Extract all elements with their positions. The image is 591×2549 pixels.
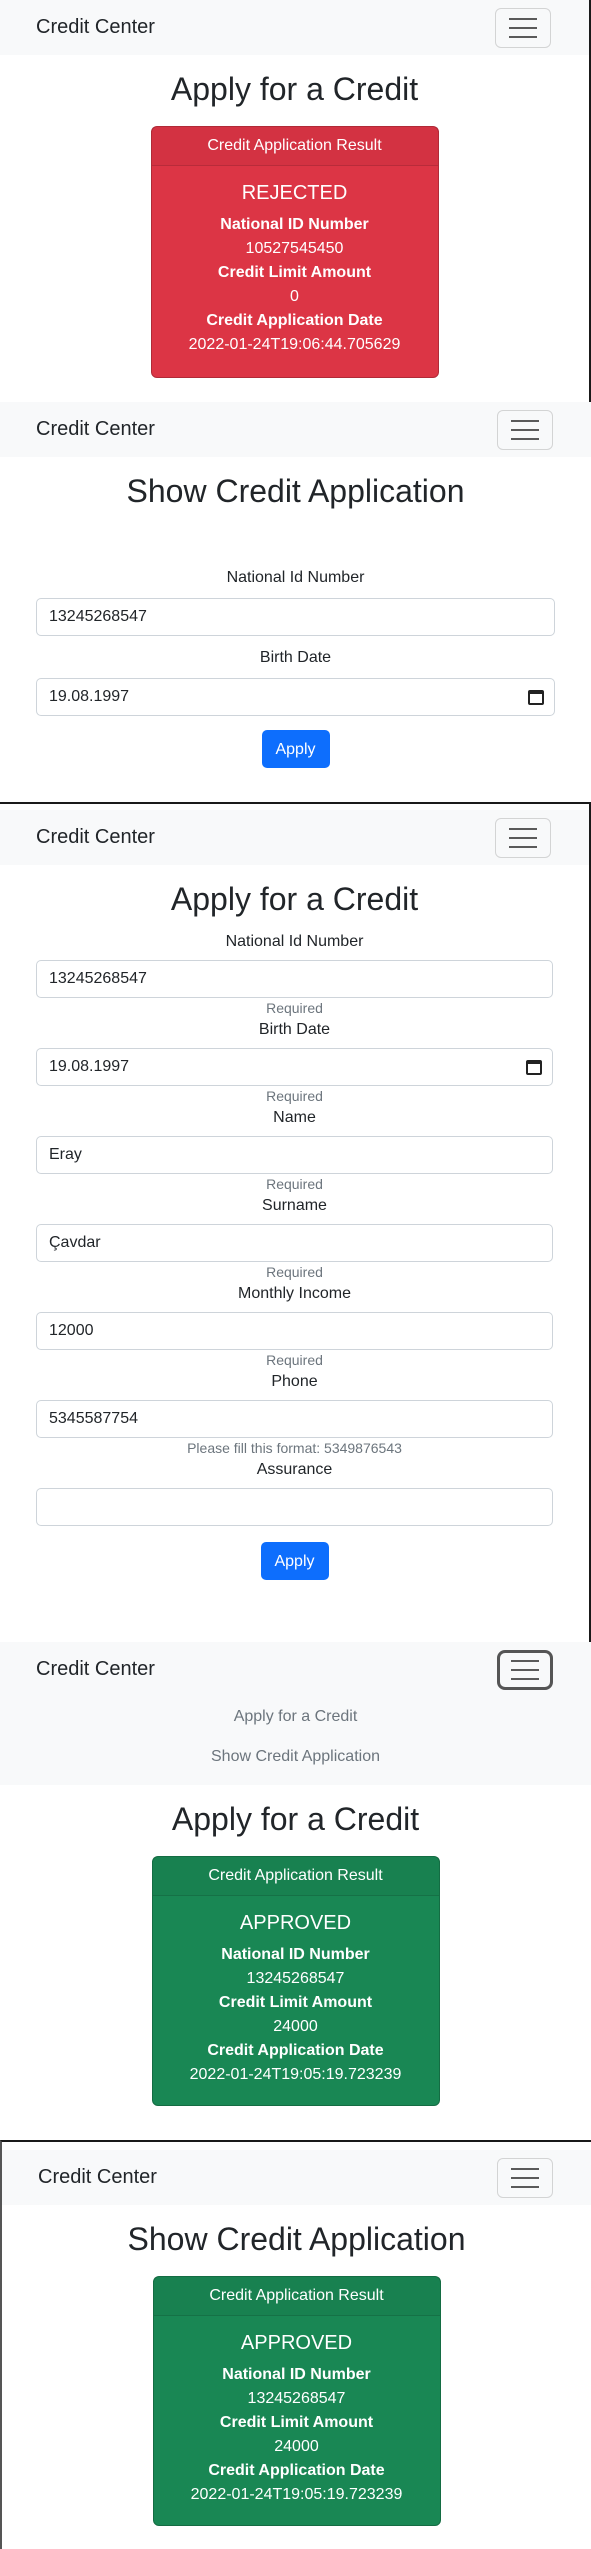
result-card: Credit Application Result REJECTED Natio… bbox=[150, 126, 439, 378]
menu-link-apply[interactable]: Apply for a Credit bbox=[0, 1697, 591, 1737]
result-card: Credit Application Result APPROVED Natio… bbox=[152, 2276, 441, 2526]
national-id-input[interactable]: 13245268547 bbox=[36, 598, 555, 636]
apply-button[interactable]: Apply bbox=[260, 1542, 329, 1580]
panel-apply-approved: Credit Center Apply for a Credit Show Cr… bbox=[0, 1642, 591, 2140]
credit-limit-label: Credit Limit Amount bbox=[218, 1994, 373, 2011]
card-header: Credit Application Result bbox=[152, 1857, 439, 1896]
apply-button[interactable]: Apply bbox=[261, 730, 330, 768]
surname-input[interactable]: Çavdar bbox=[36, 1224, 553, 1262]
navbar: Credit Center bbox=[2, 2150, 591, 2205]
monthly-income-input[interactable]: 12000 bbox=[36, 1312, 553, 1350]
national-id-value: 13245268547 bbox=[247, 2390, 346, 2407]
menu-link-show[interactable]: Show Credit Application bbox=[0, 1737, 591, 1777]
surname-hint: Required bbox=[266, 1264, 323, 1280]
name-hint: Required bbox=[266, 1176, 323, 1192]
hamburger-menu-icon bbox=[509, 18, 537, 20]
birth-date-label: Birth Date bbox=[259, 649, 332, 666]
birth-date-input[interactable]: 19.08.1997 bbox=[36, 678, 555, 716]
credit-limit-value: 24000 bbox=[273, 2018, 318, 2035]
panel-apply-form: Credit Center Apply for a Credit Nationa… bbox=[0, 802, 591, 1642]
application-date-label: Credit Application Date bbox=[208, 2462, 385, 2479]
navbar: Credit Center bbox=[0, 810, 589, 865]
assurance-input[interactable] bbox=[36, 1488, 553, 1526]
application-date-value: 2022-01-24T19:05:19.723239 bbox=[189, 2066, 402, 2083]
page-title: Show Credit Application bbox=[126, 473, 465, 509]
page-title: Apply for a Credit bbox=[171, 1801, 420, 1837]
navbar-toggler[interactable] bbox=[497, 410, 553, 450]
calendar-icon[interactable] bbox=[526, 1060, 542, 1075]
national-id-label: National ID Number bbox=[220, 216, 369, 233]
navbar: Credit Center bbox=[0, 402, 591, 457]
name-input[interactable]: Eray bbox=[36, 1136, 553, 1174]
birth-date-label: Birth Date bbox=[258, 1021, 331, 1038]
hamburger-menu-icon bbox=[511, 1660, 539, 1662]
application-date-value: 2022-01-24T19:05:19.723239 bbox=[190, 2486, 403, 2503]
navbar-brand[interactable]: Credit Center bbox=[36, 1658, 155, 1681]
calendar-icon[interactable] bbox=[528, 690, 544, 705]
page-title: Apply for a Credit bbox=[170, 71, 419, 107]
assurance-label: Assurance bbox=[256, 1461, 333, 1478]
national-id-label: National ID Number bbox=[221, 1946, 370, 1963]
page-title: Apply for a Credit bbox=[170, 881, 419, 917]
page-title: Show Credit Application bbox=[127, 2221, 466, 2257]
navbar-toggler[interactable] bbox=[495, 818, 551, 858]
navbar: Credit Center bbox=[0, 0, 589, 55]
status-text: APPROVED bbox=[240, 2332, 353, 2354]
national-id-hint: Required bbox=[266, 1000, 323, 1016]
application-date-label: Credit Application Date bbox=[206, 312, 383, 329]
name-label: Name bbox=[273, 1109, 316, 1126]
status-text: REJECTED bbox=[241, 182, 348, 204]
credit-limit-label: Credit Limit Amount bbox=[219, 2414, 374, 2431]
national-id-label: National Id Number bbox=[225, 933, 364, 950]
phone-input[interactable]: 5345587754 bbox=[36, 1400, 553, 1438]
birth-date-input[interactable]: 19.08.1997 bbox=[36, 1048, 553, 1086]
hamburger-menu-icon bbox=[509, 828, 537, 830]
navbar-brand[interactable]: Credit Center bbox=[36, 418, 155, 441]
birth-date-value: 19.08.1997 bbox=[49, 688, 130, 705]
application-date-label: Credit Application Date bbox=[207, 2042, 384, 2059]
national-id-value: 13245268547 bbox=[246, 1970, 345, 1987]
navbar-toggler[interactable] bbox=[497, 2158, 553, 2198]
panel-show-result: Credit Center Show Credit Application Cr… bbox=[0, 2140, 591, 2549]
status-text: APPROVED bbox=[239, 1912, 352, 1934]
card-header: Credit Application Result bbox=[153, 2277, 440, 2316]
navbar: Credit Center bbox=[0, 1642, 591, 1697]
phone-label: Phone bbox=[271, 1373, 318, 1390]
birth-date-value: 19.08.1997 bbox=[49, 1058, 130, 1075]
birth-date-hint: Required bbox=[266, 1088, 323, 1104]
application-date-value: 2022-01-24T19:06:44.705629 bbox=[188, 336, 401, 353]
national-id-label: National Id Number bbox=[226, 569, 365, 586]
surname-label: Surname bbox=[262, 1197, 327, 1214]
navbar-toggler[interactable] bbox=[495, 8, 551, 48]
credit-limit-label: Credit Limit Amount bbox=[217, 264, 372, 281]
panel-apply-rejected: Credit Center Apply for a Credit Credit … bbox=[0, 0, 591, 402]
credit-limit-value: 0 bbox=[290, 288, 299, 305]
phone-hint: Please fill this format: 5349876543 bbox=[187, 1440, 402, 1456]
monthly-income-label: Monthly Income bbox=[238, 1285, 351, 1302]
hamburger-menu-icon bbox=[511, 2168, 539, 2170]
hamburger-menu-icon bbox=[511, 420, 539, 422]
credit-limit-value: 24000 bbox=[274, 2438, 319, 2455]
panel-show-form: Credit Center Show Credit Application Na… bbox=[0, 402, 591, 802]
navbar-brand[interactable]: Credit Center bbox=[38, 2166, 157, 2189]
card-header: Credit Application Result bbox=[151, 127, 438, 166]
national-id-label: National ID Number bbox=[222, 2366, 371, 2383]
national-id-input[interactable]: 13245268547 bbox=[36, 960, 553, 998]
result-card: Credit Application Result APPROVED Natio… bbox=[151, 1856, 440, 2106]
navbar-collapse-menu: Apply for a Credit Show Credit Applicati… bbox=[0, 1697, 591, 1785]
navbar-toggler[interactable] bbox=[497, 1650, 553, 1690]
national-id-value: 10527545450 bbox=[245, 240, 344, 257]
navbar-brand[interactable]: Credit Center bbox=[36, 826, 155, 849]
navbar-brand[interactable]: Credit Center bbox=[36, 16, 155, 39]
monthly-income-hint: Required bbox=[266, 1352, 323, 1368]
